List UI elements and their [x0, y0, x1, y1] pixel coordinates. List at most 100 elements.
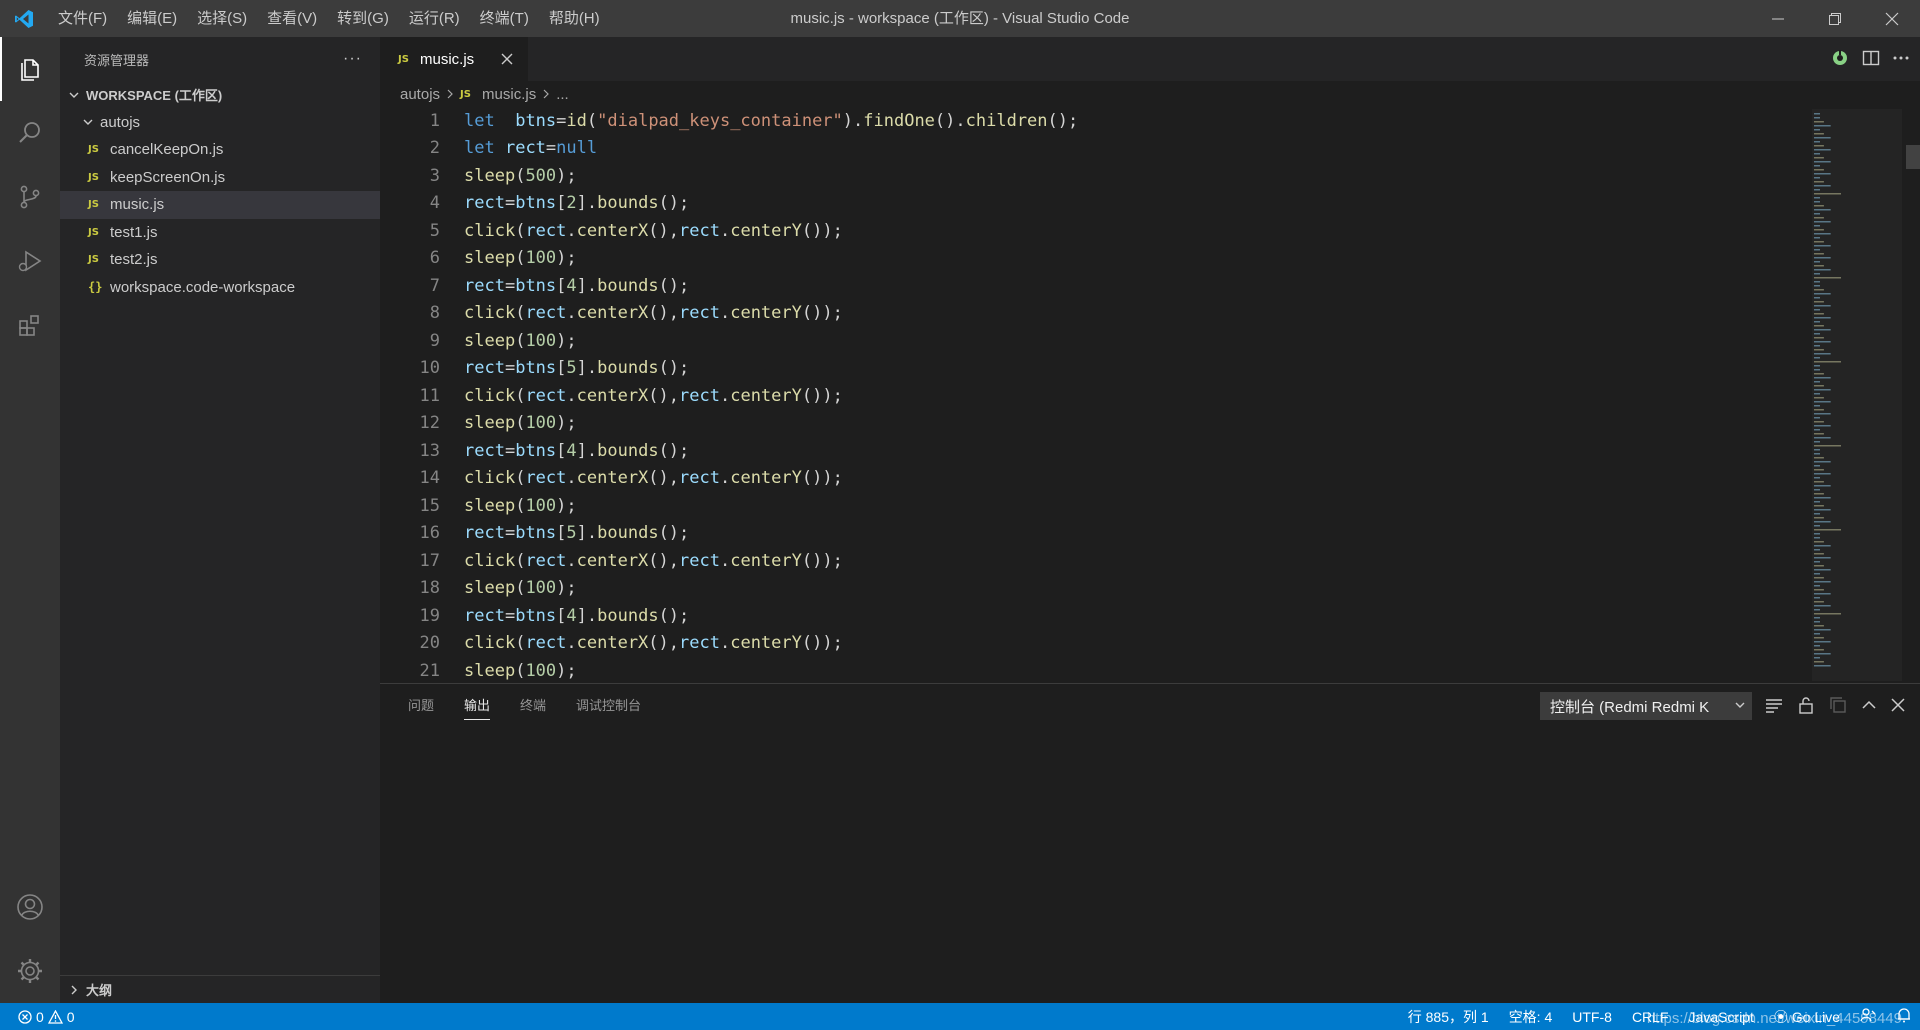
code-line[interactable]: 13 rect=btns[4].bounds(); [380, 437, 1920, 465]
lock-scroll-button[interactable] [1796, 695, 1816, 718]
chevron-up-icon [1862, 700, 1876, 709]
code-line[interactable]: 9 sleep(100); [380, 327, 1920, 355]
extensions-button[interactable] [0, 293, 60, 357]
minimap-line [1814, 441, 1820, 443]
copy-output-button[interactable] [1828, 695, 1848, 718]
minimap[interactable] [1812, 109, 1902, 681]
close-panel-button[interactable] [1890, 697, 1906, 716]
code-line[interactable]: 14 click(rect.centerX(),rect.centerY()); [380, 465, 1920, 493]
code-line[interactable]: 12 sleep(100); [380, 410, 1920, 438]
code-editor[interactable]: 1 let btns=id("dialpad_keys_container").f… [380, 107, 1920, 683]
menu-run[interactable]: 运行(R) [399, 0, 470, 37]
indentation[interactable]: 空格: 4 [1509, 1007, 1553, 1027]
restore-button[interactable] [1806, 0, 1863, 37]
code-line[interactable]: 20 click(rect.centerX(),rect.centerY()); [380, 630, 1920, 658]
minimap-line [1814, 509, 1831, 511]
minimap-line [1814, 553, 1824, 555]
scrollbar-thumb[interactable] [1906, 145, 1920, 169]
menu-file[interactable]: 文件(F) [48, 0, 117, 37]
tab-output[interactable]: 输出 [464, 684, 491, 728]
code-line[interactable]: 2 let rect=null [380, 135, 1920, 163]
feedback-button[interactable] [1860, 1007, 1876, 1026]
menu-selection[interactable]: 选择(S) [187, 0, 257, 37]
tab-music-js[interactable]: JS music.js [380, 37, 528, 81]
outline-section-header[interactable]: 大纲 [60, 975, 380, 1003]
code-line[interactable]: 11 click(rect.centerX(),rect.centerY()); [380, 382, 1920, 410]
editor-tabs: JS music.js [380, 37, 1920, 81]
more-actions-button[interactable]: ··· [343, 50, 362, 68]
minimap-line [1814, 397, 1824, 399]
minimize-button[interactable] [1749, 0, 1806, 37]
go-live-preview-button[interactable] [1830, 48, 1850, 71]
file-item[interactable]: JS keepScreenOn.js [60, 164, 380, 192]
code-line[interactable]: 3 sleep(500); [380, 162, 1920, 190]
code-line[interactable]: 5 click(rect.centerX(),rect.centerY()); [380, 217, 1920, 245]
code-line[interactable]: 10 rect=btns[5].bounds(); [380, 355, 1920, 383]
more-actions-button[interactable] [1892, 49, 1910, 70]
folder-autojs[interactable]: autojs [60, 109, 380, 137]
minimap-line [1814, 185, 1831, 187]
source-control-button[interactable] [0, 165, 60, 229]
minimap-line [1814, 609, 1820, 611]
language-mode[interactable]: JavaScript [1689, 1009, 1754, 1025]
tab-problems[interactable]: 问题 [408, 684, 434, 728]
status-right: 行 885，列 1 空格: 4 UTF-8 CRLF JavaScript ⦿ … [1408, 1003, 1912, 1030]
code-line[interactable]: 4 rect=btns[2].bounds(); [380, 190, 1920, 218]
activity-bar-bottom [0, 875, 60, 1003]
code-line[interactable]: 21 sleep(100); [380, 657, 1920, 683]
explorer-button[interactable] [0, 37, 60, 101]
menu-terminal[interactable]: 终端(T) [470, 0, 539, 37]
account-button[interactable] [0, 875, 60, 939]
minimap-line [1814, 517, 1824, 519]
tab-debug-console[interactable]: 调试控制台 [576, 684, 641, 728]
file-item[interactable]: JS cancelKeepOn.js [60, 136, 380, 164]
workspace-section-header[interactable]: WORKSPACE (工作区) [60, 81, 380, 109]
vertical-scrollbar[interactable] [1904, 107, 1920, 683]
menu-help[interactable]: 帮助(H) [539, 0, 610, 37]
cursor-position[interactable]: 行 885，列 1 [1408, 1007, 1489, 1027]
minimap-line [1814, 425, 1831, 427]
split-editor-button[interactable] [1862, 49, 1880, 70]
close-window-button[interactable] [1863, 0, 1920, 37]
code-line[interactable]: 18 sleep(100); [380, 575, 1920, 603]
menu-go[interactable]: 转到(G) [327, 0, 399, 37]
end-of-line[interactable]: CRLF [1632, 1009, 1669, 1025]
code-line[interactable]: 19 rect=btns[4].bounds(); [380, 602, 1920, 630]
minimap-line [1814, 409, 1824, 411]
close-tab-button[interactable] [498, 50, 516, 68]
breadcrumb-file[interactable]: music.js [482, 86, 536, 103]
file-item[interactable]: {} workspace.code-workspace [60, 274, 380, 302]
clear-output-button[interactable] [1764, 695, 1784, 718]
breadcrumb-symbol[interactable]: ... [556, 86, 569, 103]
go-live-button[interactable]: ⦿ Go Live [1774, 1007, 1840, 1027]
code-line[interactable]: 1 let btns=id("dialpad_keys_container").f… [380, 107, 1920, 135]
menu-edit[interactable]: 编辑(E) [117, 0, 187, 37]
maximize-panel-button[interactable] [1860, 696, 1878, 717]
code-line[interactable]: 17 click(rect.centerX(),rect.centerY()); [380, 547, 1920, 575]
file-item[interactable]: JS test1.js [60, 219, 380, 247]
settings-button[interactable] [0, 939, 60, 1003]
minimap-line [1814, 149, 1831, 151]
code-line[interactable]: 15 sleep(100); [380, 492, 1920, 520]
code-text: let rect=null [464, 138, 598, 159]
code-text: rect=btns[4].bounds(); [464, 605, 690, 626]
search-button[interactable] [0, 101, 60, 165]
output-channel-select[interactable]: 控制台 (Redmi Redmi K [1540, 692, 1752, 720]
breadcrumb-folder[interactable]: autojs [400, 86, 440, 103]
minimap-line [1814, 381, 1820, 383]
problems-status[interactable]: 0 0 [0, 1009, 75, 1025]
notifications-button[interactable] [1896, 1007, 1912, 1026]
code-line[interactable]: 7 rect=btns[4].bounds(); [380, 272, 1920, 300]
code-line[interactable]: 6 sleep(100); [380, 245, 1920, 273]
minimap-line [1814, 649, 1824, 651]
tab-terminal[interactable]: 终端 [520, 684, 546, 728]
menu-view[interactable]: 查看(V) [257, 0, 327, 37]
code-line[interactable]: 16 rect=btns[5].bounds(); [380, 520, 1920, 548]
file-item-selected[interactable]: JS music.js [60, 191, 380, 219]
encoding[interactable]: UTF-8 [1572, 1009, 1612, 1025]
file-item[interactable]: JS test2.js [60, 246, 380, 274]
line-number: 16 [419, 523, 440, 544]
code-line[interactable]: 8 click(rect.centerX(),rect.centerY()); [380, 300, 1920, 328]
run-debug-button[interactable] [0, 229, 60, 293]
minimap-line [1814, 473, 1831, 475]
